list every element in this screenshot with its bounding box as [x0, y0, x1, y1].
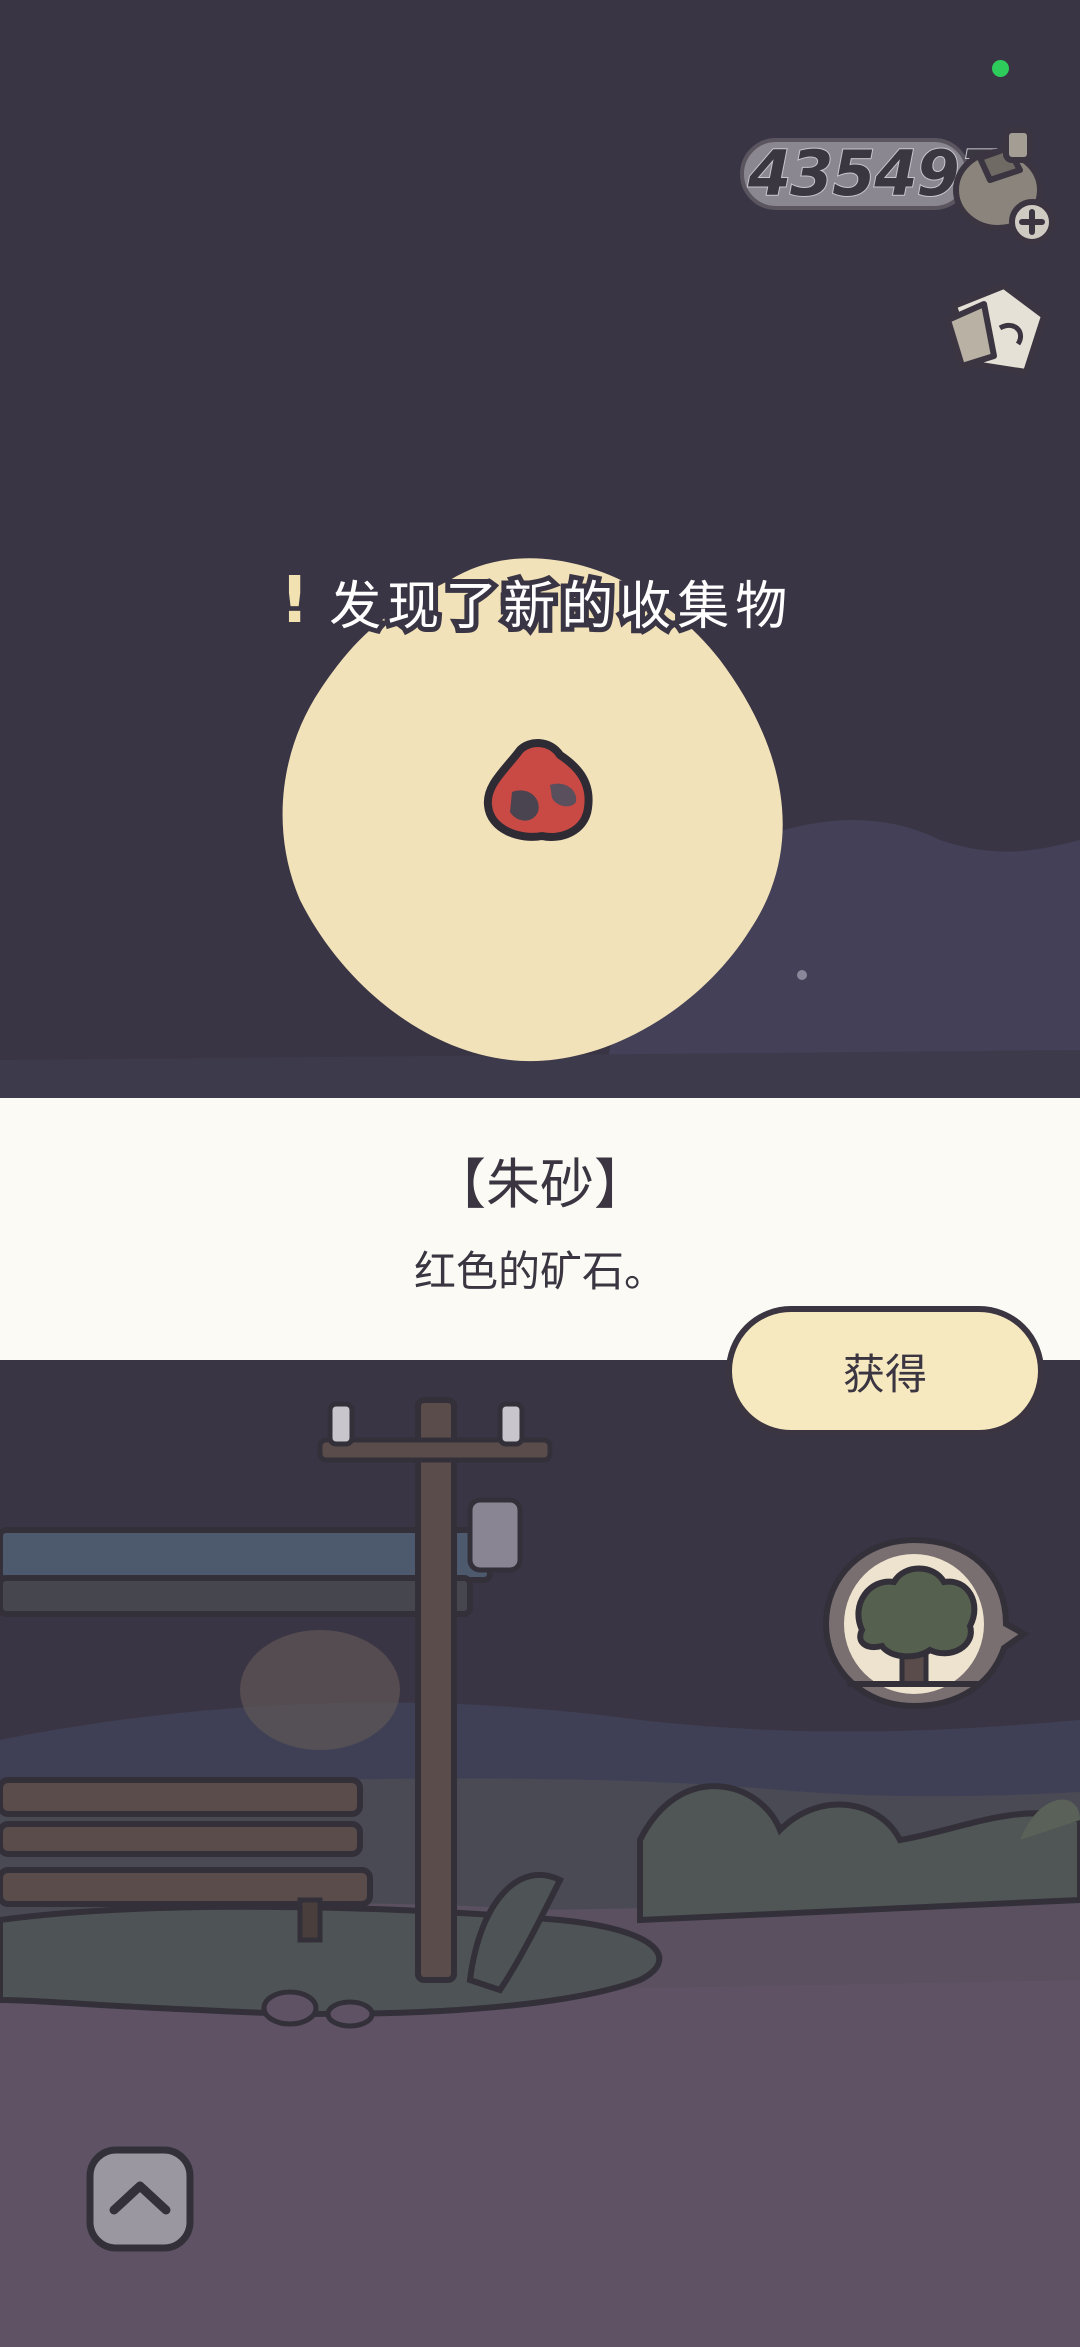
coin-count: 435497	[747, 136, 1003, 211]
status-dot-icon	[992, 60, 1009, 77]
item-description: 红色的矿石。	[413, 1247, 666, 1296]
discovery-title: ! 发现了新的收集物	[276, 560, 840, 642]
item-name: 【朱砂】	[432, 1153, 648, 1216]
notebook-icon[interactable]	[934, 276, 1054, 386]
coin-pouch-add-icon[interactable]	[950, 118, 1060, 248]
tree-bubble-icon[interactable]	[820, 1534, 1030, 1714]
discovery-title-text: 发现了新的收集物	[324, 572, 794, 642]
exclamation-icon: !	[276, 560, 316, 642]
chevron-up-icon[interactable]	[84, 2144, 196, 2254]
obtain-button[interactable]: 获得	[726, 1306, 1044, 1436]
